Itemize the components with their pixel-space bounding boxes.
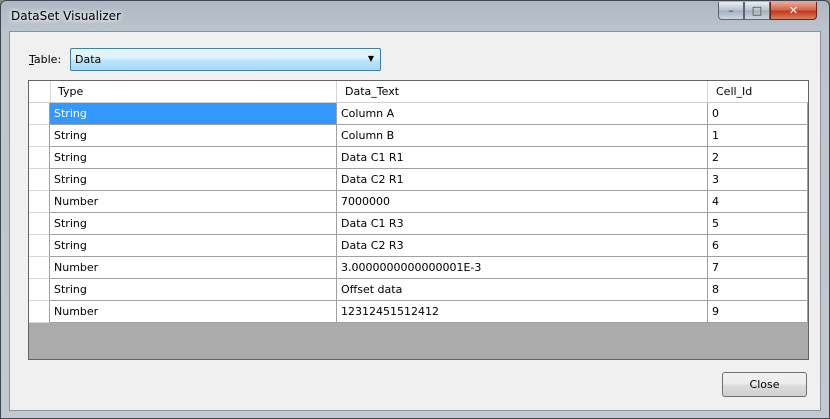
cell-data-text[interactable]: Column B	[337, 125, 708, 147]
cell-data-text[interactable]: 7000000	[337, 191, 708, 213]
cell-data-text[interactable]: 12312451512412	[337, 301, 708, 323]
cell-id[interactable]: 2	[708, 147, 808, 169]
row-header[interactable]	[29, 147, 50, 169]
close-icon: ✕	[788, 4, 799, 17]
cell-id[interactable]: 6	[708, 235, 808, 257]
cell-type[interactable]: String	[50, 147, 337, 169]
minimize-button[interactable]: –	[718, 2, 744, 20]
cell-id[interactable]: 9	[708, 301, 808, 323]
dropdown-arrow-icon: ▼	[367, 54, 374, 63]
window-title: DataSet Visualizer	[11, 9, 121, 23]
minimize-icon: –	[728, 4, 734, 17]
column-header-type[interactable]: Type	[50, 81, 337, 102]
cell-id[interactable]: 8	[708, 279, 808, 301]
cell-data-text[interactable]: Offset data	[337, 279, 708, 301]
row-header[interactable]	[29, 169, 50, 191]
data-grid[interactable]: Type Data_Text Cell_Id String Column A 0 St…	[28, 80, 809, 360]
dialog-client-area: Table: Data ▼ Type Data_Text Cell_Id Str…	[9, 31, 821, 411]
row-header[interactable]	[29, 191, 50, 213]
cell-data-text[interactable]: Data C2 R1	[337, 169, 708, 191]
cell-id[interactable]: 7	[708, 257, 808, 279]
table-row[interactable]: Number 12312451512412 9	[29, 301, 808, 323]
cell-data-text[interactable]: Data C1 R3	[337, 213, 708, 235]
cell-data-text[interactable]: Data C2 R3	[337, 235, 708, 257]
cell-type[interactable]: String	[50, 279, 337, 301]
table-select-value: Data	[75, 53, 102, 66]
cell-type[interactable]: Number	[50, 191, 337, 213]
column-header-cell-id[interactable]: Cell_Id	[708, 81, 808, 102]
cell-id[interactable]: 3	[708, 169, 808, 191]
cell-id[interactable]: 4	[708, 191, 808, 213]
row-header[interactable]	[29, 235, 50, 257]
column-header-data-text[interactable]: Data_Text	[337, 81, 708, 102]
cell-data-text[interactable]: Data C1 R1	[337, 147, 708, 169]
cell-data-text[interactable]: Column A	[337, 103, 708, 125]
table-row[interactable]: String Data C1 R3 5	[29, 213, 808, 235]
cell-type[interactable]: String	[50, 213, 337, 235]
table-row[interactable]: String Column A0	[29, 103, 808, 125]
maximize-icon: □	[751, 4, 763, 17]
cell-type[interactable]: String	[50, 103, 337, 125]
row-header[interactable]	[29, 125, 50, 147]
window-close-button[interactable]: ✕	[770, 2, 817, 20]
cell-type[interactable]: Number	[50, 257, 337, 279]
cell-type[interactable]: Number	[50, 301, 337, 323]
row-header[interactable]	[29, 213, 50, 235]
row-header[interactable]	[29, 279, 50, 301]
cell-id[interactable]: 1	[708, 125, 808, 147]
cell-type[interactable]: String	[50, 235, 337, 257]
table-row[interactable]: Number 3.0000000000000001E-3 7	[29, 257, 808, 279]
table-row[interactable]: Number 7000000 4	[29, 191, 808, 213]
cell-id[interactable]: 0	[708, 103, 808, 125]
table-select[interactable]: Data ▼	[70, 48, 381, 71]
row-header[interactable]	[29, 301, 50, 323]
cell-id[interactable]: 5	[708, 213, 808, 235]
close-button[interactable]: Close	[722, 372, 807, 397]
maximize-button[interactable]: □	[744, 2, 770, 20]
table-row[interactable]: String Column B1	[29, 125, 808, 147]
row-header[interactable]	[29, 257, 50, 279]
table-row[interactable]: String Data C2 R3 6	[29, 235, 808, 257]
table-label: Table:	[29, 53, 62, 66]
table-row[interactable]: String Data C1 R1 2	[29, 147, 808, 169]
table-row[interactable]: String Data C2 R1 3	[29, 169, 808, 191]
cell-type[interactable]: String	[50, 169, 337, 191]
table-row[interactable]: String Offset data 8	[29, 279, 808, 301]
grid-header: Type Data_Text Cell_Id	[29, 81, 808, 103]
row-header[interactable]	[29, 103, 50, 125]
cell-data-text[interactable]: 3.0000000000000001E-3	[337, 257, 708, 279]
grid-corner[interactable]	[29, 81, 51, 102]
cell-type[interactable]: String	[50, 125, 337, 147]
dataset-visualizer-window: DataSet Visualizer – □ ✕ Table: Data ▼ T…	[0, 0, 830, 419]
